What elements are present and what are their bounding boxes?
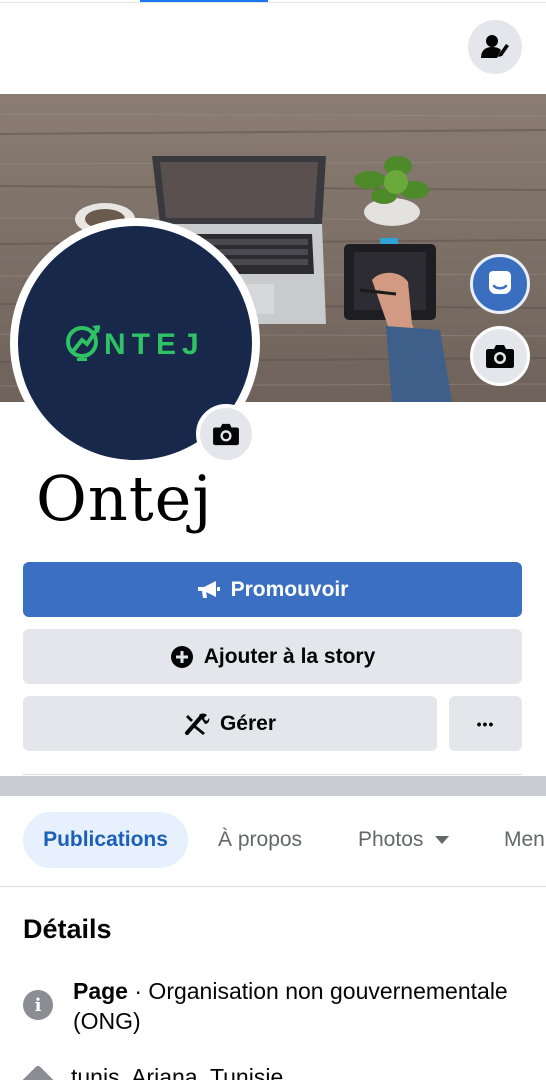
add-story-label: Ajouter à la story [203,644,376,668]
person-edit-icon [481,35,509,58]
tab-about[interactable]: À propos [218,812,302,868]
tools-icon [184,713,210,735]
manage-button[interactable]: Gérer [23,696,437,751]
logo-text: NTEJ [104,328,205,361]
messenger-icon [489,271,511,294]
detail-category: i Page · Organisation non gouvernemental… [23,976,523,1036]
tabs-divider [0,886,546,887]
info-icon: i [23,990,53,1020]
promote-button[interactable]: Promouvoir [23,562,522,617]
details-heading: Détails [23,914,112,944]
promote-label: Promouvoir [230,577,349,601]
edit-profile-button[interactable] [468,20,522,74]
tab-label: Photos [358,828,424,851]
tab-label: Men [504,828,545,851]
more-options-button[interactable]: ••• [449,696,522,751]
category-label: Page [73,978,128,1004]
section-separator [0,776,546,796]
page-title: Ontej [36,462,213,535]
camera-icon [486,345,514,368]
edit-profile-picture-button[interactable] [196,404,256,464]
messenger-button[interactable] [470,254,530,314]
tab-label: Publications [43,828,168,851]
top-divider [0,2,546,3]
tab-photos[interactable]: Photos [358,812,450,868]
megaphone-icon [197,580,220,598]
category-value: · Organisation non gouvernementale (ONG) [73,978,508,1034]
ontej-logo: NTEJ [66,325,205,361]
location-text: tunis, Ariana, Tunisie [71,1064,284,1080]
tab-publications[interactable]: Publications [23,812,188,868]
caret-down-icon [435,836,450,844]
category-text: Page · Organisation non gouvernementale … [73,976,523,1036]
camera-icon [213,423,239,446]
more-icon: ••• [476,715,495,732]
manage-label: Gérer [219,711,277,735]
plus-circle-icon [170,645,193,668]
divider [23,774,522,775]
tab-label: À propos [218,828,303,851]
detail-location: tunis, Ariana, Tunisie [19,1062,523,1080]
profile-tabs: Publications À propos Photos Men [0,812,546,870]
tab-more[interactable]: Men [504,812,545,868]
edit-cover-button[interactable] [470,326,530,386]
add-story-button[interactable]: Ajouter à la story [23,629,522,684]
location-icon [19,1064,57,1080]
